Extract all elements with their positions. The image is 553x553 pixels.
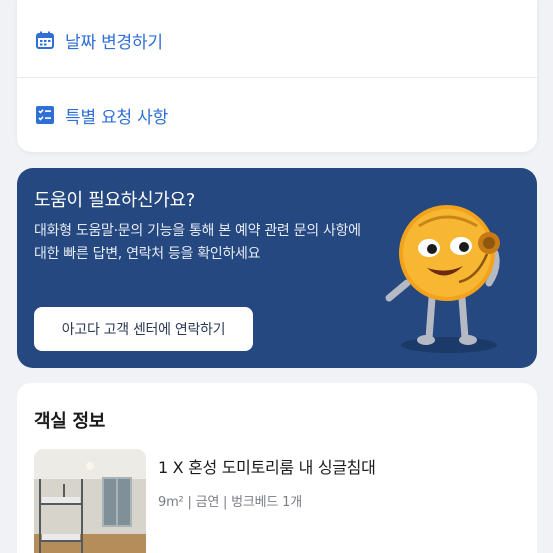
support-mascot-icon (377, 198, 527, 358)
room-photo[interactable] (34, 449, 146, 553)
help-description: 대화형 도움말·문의 기능을 통해 본 예약 관련 문의 사항에 대한 빠른 답… (34, 223, 361, 262)
room-name: 1 X 혼성 도미토리룸 내 싱글침대 (158, 458, 376, 477)
contact-support-button[interactable]: 아고다 고객 센터에 연락하기 (34, 307, 253, 351)
help-banner: 도움이 필요하신가요? 대화형 도움말·문의 기능을 통해 본 예약 관련 문의… (17, 168, 537, 368)
change-dates-label: 날짜 변경하기 (65, 32, 163, 53)
booking-actions-card: 날짜 변경하기 특별 요청 사항 (17, 0, 537, 152)
special-requests-button[interactable]: 특별 요청 사항 (17, 78, 537, 152)
room-info-heading: 객실 정보 (34, 411, 106, 432)
checklist-icon (35, 105, 55, 125)
change-dates-button[interactable]: 날짜 변경하기 (17, 3, 537, 77)
room-details: 9m² | 금연 | 벙크베드 1개 (158, 495, 302, 510)
help-title: 도움이 필요하신가요? (34, 190, 196, 211)
calendar-icon (35, 30, 55, 50)
room-info-card: 객실 정보 1 X 혼성 도미토리룸 내 싱글침대 9m² | 금연 | 벙크베… (17, 383, 537, 553)
special-requests-label: 특별 요청 사항 (65, 107, 169, 128)
